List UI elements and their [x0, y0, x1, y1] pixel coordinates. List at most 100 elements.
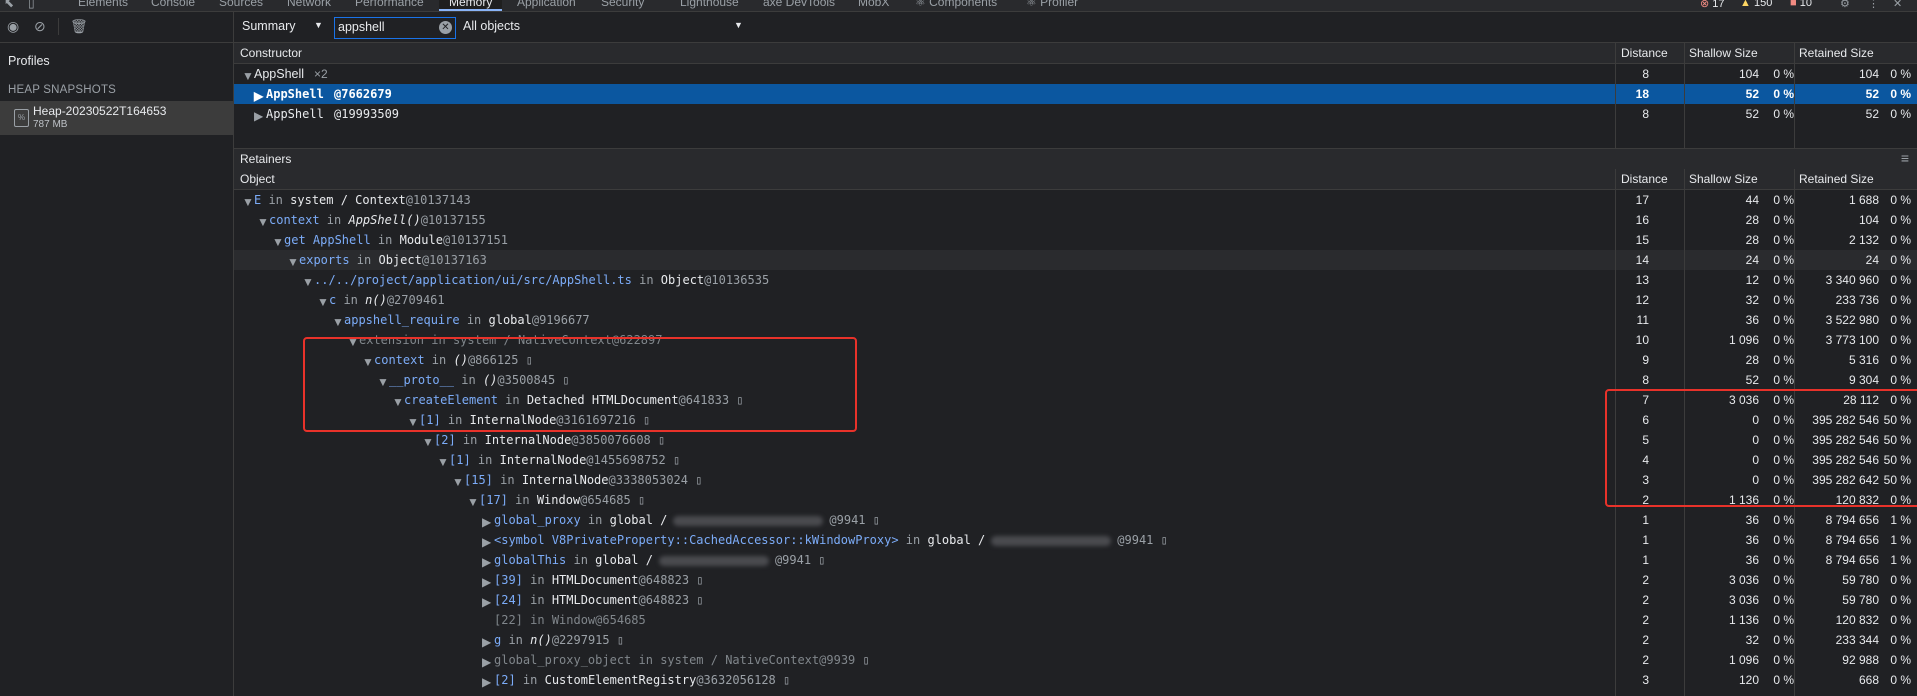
shallow-size-cell: 36	[1745, 513, 1759, 527]
retainer-row[interactable]: ▶ g in n()@2297915 ▯ 2 32 0 % 233 344 0 %	[234, 630, 1917, 650]
retainer-row[interactable]: ▶ [24] in HTMLDocument@648823 ▯ 2 3 036 0 % 5…	[234, 590, 1917, 610]
expanded-triangle-icon[interactable]: ▼	[332, 315, 344, 329]
class-filter-box[interactable]: ✕	[334, 17, 456, 39]
store-as-global-icon[interactable]: ▯	[689, 593, 703, 607]
tab-network[interactable]: Network	[287, 0, 331, 11]
collapsed-triangle-icon[interactable]: ▶	[482, 635, 491, 649]
tab-components[interactable]: ⚛ Components	[915, 0, 997, 11]
edge-name: [39]	[494, 573, 523, 587]
retainer-row[interactable]: ▼ get AppShell in Module@10137151 15 28 0 % 2…	[234, 230, 1917, 250]
retainer-row[interactable]: ▶ global_proxy in global / @9941 ▯ 1 36 0 % 8 …	[234, 510, 1917, 530]
trash-icon[interactable]: 🗑	[70, 19, 88, 33]
object-column-header[interactable]: Object	[240, 172, 275, 186]
tab-elements[interactable]: Elements	[78, 0, 128, 11]
store-as-global-icon[interactable]: ▯	[1153, 533, 1168, 547]
retainer-row[interactable]: ▶ <symbol V8PrivateProperty::CachedAccess…	[234, 530, 1917, 550]
record-icon[interactable]: ◉	[7, 19, 19, 33]
retainer-row[interactable]: ▼ ../../project/application/ui/src/AppShe…	[234, 270, 1917, 290]
more-options-icon[interactable]: ⋮	[1868, 0, 1879, 10]
class-filter-input[interactable]	[338, 19, 433, 35]
inspect-icon[interactable]: ⬉	[4, 0, 14, 10]
device-toolbar-icon[interactable]: ▯	[28, 0, 35, 10]
expanded-triangle-icon[interactable]: ▼	[257, 215, 269, 229]
settings-gear-icon[interactable]: ⚙	[1840, 0, 1850, 10]
store-as-global-icon[interactable]: ▯	[631, 493, 645, 507]
collapsed-triangle-icon[interactable]: ▶	[482, 595, 491, 609]
store-as-global-icon[interactable]: ▯	[610, 633, 624, 647]
tab-profiler[interactable]: ⚛ Profiler	[1026, 0, 1078, 11]
object-id: @3338053024	[608, 473, 688, 487]
store-as-global-icon[interactable]: ▯	[688, 473, 702, 487]
collapsed-triangle-icon[interactable]: ▶	[482, 675, 491, 689]
heap-snapshot-item[interactable]: % Heap-20230522T164653 787 MB	[0, 101, 233, 135]
retainer-row[interactable]: ▼ c in n()@2709461 12 32 0 % 233 736 0 %	[234, 290, 1917, 310]
close-icon[interactable]: ✕	[1893, 0, 1902, 10]
retainer-row[interactable]: ▶ [2] in CustomElementRegistry@3632056128…	[234, 670, 1917, 690]
expanded-triangle-icon[interactable]: ▼	[287, 255, 299, 269]
distance-column-header[interactable]: Distance	[1621, 172, 1668, 186]
tab-performance[interactable]: Performance	[355, 0, 424, 11]
tab-axe-devtools[interactable]: axe DevTools	[763, 0, 835, 11]
menu-icon[interactable]: ≡	[1901, 150, 1909, 166]
clear-icon[interactable]: ⊘	[34, 19, 46, 33]
clear-filter-icon[interactable]: ✕	[439, 21, 452, 34]
warning-count-badge[interactable]: ▲ 150	[1740, 0, 1772, 9]
expanded-triangle-icon[interactable]: ▼	[452, 475, 464, 489]
tab-console[interactable]: Console	[151, 0, 195, 11]
constructor-group-row[interactable]: ▼ AppShell ×2 8 104 0 % 104 0 %	[234, 64, 1917, 84]
collapsed-triangle-icon[interactable]: ▶	[482, 655, 491, 669]
issue-count-badge[interactable]: ■ 10	[1790, 0, 1812, 9]
retainer-row[interactable]: ▼ appshell_require in global@9196677 11 36 0…	[234, 310, 1917, 330]
collapsed-triangle-icon[interactable]: ▶	[482, 515, 491, 529]
tab-memory[interactable]: Memory	[439, 0, 503, 11]
collapsed-triangle-icon[interactable]: ▶	[482, 535, 491, 549]
distance-column-header[interactable]: Distance	[1621, 46, 1668, 60]
retainer-row[interactable]: [22] in Window@654685 2 1 136 0 % 120 832 0 %	[234, 610, 1917, 630]
store-as-global-icon[interactable]: ▯	[855, 653, 869, 667]
tab-mobx[interactable]: MobX	[858, 0, 889, 11]
expanded-triangle-icon[interactable]: ▼	[302, 275, 314, 289]
shallow-size-column-header[interactable]: Shallow Size	[1689, 46, 1758, 60]
tab-sources[interactable]: Sources	[219, 0, 263, 11]
expanded-triangle-icon[interactable]: ▼	[437, 455, 449, 469]
retainer-row[interactable]: ▶ globalThis in global / @9941 ▯ 1 36 0 % 8 79…	[234, 550, 1917, 570]
store-as-global-icon[interactable]: ▯	[811, 553, 825, 567]
perspective-select[interactable]: Summary	[242, 19, 295, 33]
retained-size-column-header[interactable]: Retained Size	[1799, 172, 1874, 186]
retainer-row[interactable]: ▼ E in system / Context@10137143 17 44 0 % 1 …	[234, 190, 1917, 210]
retained-size-column-header[interactable]: Retained Size	[1799, 46, 1874, 60]
shallow-size-column-header[interactable]: Shallow Size	[1689, 172, 1758, 186]
tab-application[interactable]: Application	[517, 0, 576, 11]
constructor-row-selected[interactable]: ▶ AppShell @7662679 18 52 0 % 52 0 %	[234, 84, 1917, 104]
retainer-row[interactable]: ▼ exports in Object@10137163 14 24 0 % 24 0 %	[234, 250, 1917, 270]
expanded-triangle-icon[interactable]: ▼	[422, 435, 434, 449]
expanded-triangle-icon[interactable]: ▼	[242, 195, 254, 209]
chevron-down-icon[interactable]: ▼	[314, 20, 323, 30]
constructor-column-header[interactable]: Constructor	[240, 46, 302, 60]
retainer-row[interactable]: ▶ global_proxy_object in system / NativeC…	[234, 650, 1917, 670]
collapsed-triangle-icon[interactable]: ▶	[482, 575, 491, 589]
store-as-global-icon[interactable]: ▯	[651, 433, 665, 447]
collapsed-triangle-icon[interactable]: ▶	[254, 109, 263, 123]
collapsed-triangle-icon[interactable]: ▶	[482, 555, 491, 569]
expanded-triangle-icon[interactable]: ▼	[317, 295, 329, 309]
in-keyword: in	[580, 513, 610, 527]
constructor-row[interactable]: ▶ AppShell @19993509 8 52 0 % 52 0 %	[234, 104, 1917, 124]
objects-select[interactable]: All objects	[463, 19, 520, 33]
chevron-down-icon[interactable]: ▼	[734, 20, 743, 30]
store-as-global-icon[interactable]: ▯	[666, 453, 680, 467]
store-as-global-icon[interactable]: ▯	[866, 513, 880, 527]
retainer-row[interactable]: ▶ [39] in HTMLDocument@648823 ▯ 2 3 036 0 % 5…	[234, 570, 1917, 590]
store-as-global-icon[interactable]: ▯	[689, 573, 703, 587]
retained-size-cell: 104	[1858, 213, 1879, 227]
distance-cell: 2	[1642, 573, 1649, 587]
retainer-row[interactable]: ▼ context in AppShell()@10137155 16 28 0 % 10…	[234, 210, 1917, 230]
collapsed-triangle-icon[interactable]: ▶	[254, 89, 263, 103]
expanded-triangle-icon[interactable]: ▼	[272, 235, 284, 249]
error-count-badge[interactable]: ⊗ 17	[1700, 0, 1725, 10]
expanded-triangle-icon[interactable]: ▼	[242, 69, 254, 83]
tab-security[interactable]: Security	[601, 0, 644, 11]
tab-lighthouse[interactable]: Lighthouse	[680, 0, 739, 11]
expanded-triangle-icon[interactable]: ▼	[467, 495, 479, 509]
store-as-global-icon[interactable]: ▯	[776, 673, 790, 687]
